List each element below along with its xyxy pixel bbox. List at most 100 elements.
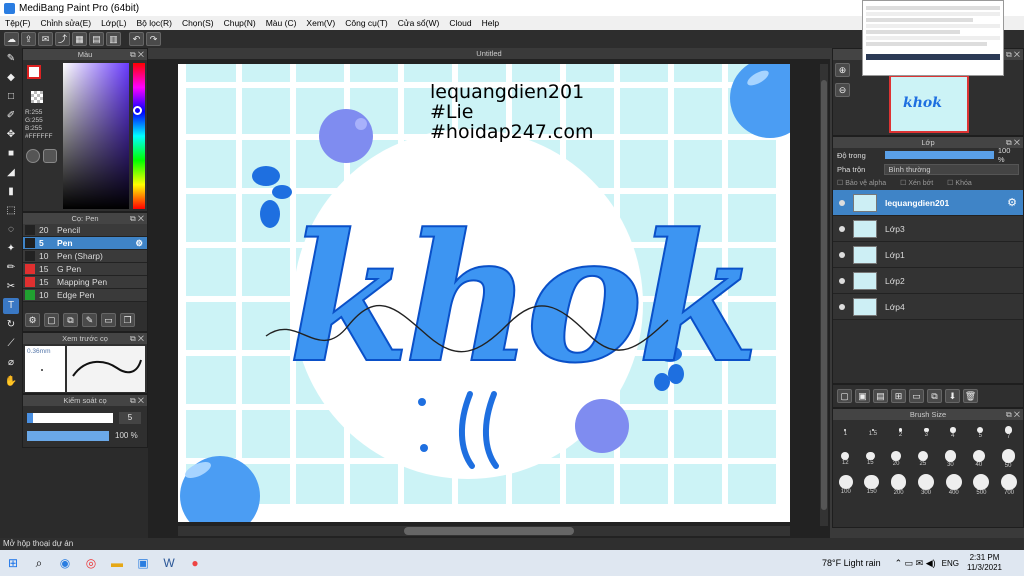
canvas[interactable]: khok lequangdien201 #Lie #hoidap247.com xyxy=(178,64,790,522)
menu-file[interactable]: Tệp(F) xyxy=(0,18,36,28)
language-indicator[interactable]: ENG xyxy=(942,559,959,568)
visibility-icon[interactable] xyxy=(839,277,845,284)
saturation-value-picker[interactable] xyxy=(63,63,129,209)
layer-item[interactable]: Lớp3 xyxy=(833,216,1023,242)
delete-layer-icon[interactable]: 🗑 xyxy=(963,389,978,403)
brush-tool-icon[interactable]: ✎ xyxy=(3,51,19,67)
visibility-icon[interactable] xyxy=(839,303,845,310)
brush-size-option[interactable]: 20 xyxy=(891,451,901,467)
duplicate-layer-icon[interactable]: ⧉ xyxy=(927,389,942,403)
bucket-tool-icon[interactable]: ◢ xyxy=(3,165,19,181)
menu-tools[interactable]: Công cụ(T) xyxy=(340,18,393,28)
select-eraser-icon[interactable]: ✂ xyxy=(3,279,19,295)
brush-list-item[interactable]: 10 Edge Pen xyxy=(23,289,147,302)
brush-size-option[interactable]: 3 xyxy=(924,427,929,438)
brush-size-option[interactable]: 7 xyxy=(1005,426,1013,440)
new-folder-icon[interactable]: ▭ xyxy=(909,389,924,403)
transparent-swatch[interactable] xyxy=(31,91,43,103)
menu-select[interactable]: Chọn(S) xyxy=(177,18,219,28)
rect-tool-icon[interactable]: □ xyxy=(3,89,19,105)
gradient-tool-icon[interactable]: ▮ xyxy=(3,184,19,200)
zoom-in-icon[interactable]: ⊕ xyxy=(835,63,850,77)
new-layer-1bit-icon[interactable]: ▤ xyxy=(873,389,888,403)
brush-size-option[interactable]: 150 xyxy=(864,474,880,495)
brush-size-value[interactable]: 5 xyxy=(119,412,141,424)
folder-icon[interactable]: ▬ xyxy=(104,553,130,573)
brush-settings-icon[interactable]: ⚙ xyxy=(135,238,143,249)
tray-icons[interactable]: ⌃ ▭ ✉ ◀) xyxy=(895,558,936,569)
start-icon[interactable]: ⊞ xyxy=(0,553,26,573)
page-icon[interactable]: ▥ xyxy=(106,32,121,46)
menu-layer[interactable]: Lớp(L) xyxy=(96,18,131,28)
brush-size-option[interactable]: 15 xyxy=(865,451,875,466)
layer-opacity-slider[interactable] xyxy=(884,151,994,159)
brush-size-option[interactable]: 700 xyxy=(1001,474,1018,496)
brush-size-option[interactable]: 5 xyxy=(977,426,984,439)
layer-item[interactable]: Lớp1 xyxy=(833,242,1023,268)
brush-size-option[interactable]: 1.5 xyxy=(869,428,877,437)
magic-wand-icon[interactable]: ✦ xyxy=(3,241,19,257)
select-pen-icon[interactable]: ✏ xyxy=(3,260,19,276)
visibility-icon[interactable] xyxy=(839,199,845,206)
brush-size-option[interactable]: 400 xyxy=(945,474,962,496)
operation-tool-icon[interactable]: ↻ xyxy=(3,317,19,333)
menu-cloud[interactable]: Cloud xyxy=(444,18,476,28)
new-layer-8bit-icon[interactable]: ▣ xyxy=(855,389,870,403)
share-icon[interactable]: ⤴ xyxy=(55,32,70,46)
brush-opacity-slider[interactable] xyxy=(27,431,109,441)
weather-text[interactable]: 78°F Light rain xyxy=(822,558,881,568)
brush-list-item[interactable]: 15 G Pen xyxy=(23,263,147,276)
hue-handle[interactable] xyxy=(133,106,142,115)
brush-size-slider[interactable] xyxy=(27,413,113,423)
menu-filter[interactable]: Bộ lọc(R) xyxy=(132,18,177,28)
blend-mode-select[interactable]: Bình thường xyxy=(884,163,1019,175)
word-icon[interactable]: W xyxy=(156,553,182,573)
brush-size-option[interactable]: 2 xyxy=(898,428,903,438)
brush-list-item[interactable]: 15 Mapping Pen xyxy=(23,276,147,289)
zoom-out-icon[interactable]: ⊖ xyxy=(835,83,850,97)
menu-color[interactable]: Màu (C) xyxy=(261,18,302,28)
move-tool-icon[interactable]: ✥ xyxy=(3,127,19,143)
layer-item[interactable]: Lớp4 xyxy=(833,294,1023,320)
brush-edit-icon[interactable]: ✎ xyxy=(82,313,97,327)
brush-size-option[interactable]: 50 xyxy=(1001,449,1015,469)
navigator-thumbnail[interactable]: khok xyxy=(889,75,969,133)
brush-folder-icon[interactable]: ▭ xyxy=(101,313,116,327)
brush-list-item[interactable]: 20 Pencil xyxy=(23,224,147,237)
brush-size-option[interactable]: 500 xyxy=(973,474,990,496)
add-special-layer-icon[interactable]: ⊞ xyxy=(891,389,906,403)
hand-tool-icon[interactable]: ✋ xyxy=(3,374,19,390)
canvas-text-block[interactable]: lequangdien201 #Lie #hoidap247.com xyxy=(430,82,594,142)
menu-help[interactable]: Help xyxy=(477,18,504,28)
visibility-icon[interactable] xyxy=(839,225,845,232)
edge-icon[interactable]: ◉ xyxy=(52,553,78,573)
layer-item[interactable]: Lớp2 xyxy=(833,268,1023,294)
divide-tool-icon[interactable]: ⟋ xyxy=(3,336,19,352)
eraser-tool-icon[interactable]: ◆ xyxy=(3,70,19,86)
menu-capture[interactable]: Chụp(N) xyxy=(219,18,261,28)
clock[interactable]: 2:31 PM 11/3/2021 xyxy=(967,553,1002,573)
layer-settings-icon[interactable]: ⚙ xyxy=(1007,196,1017,209)
text-tool-icon[interactable]: T xyxy=(3,298,19,314)
foreground-color-swatch[interactable] xyxy=(27,65,41,79)
grid-icon[interactable]: ▦ xyxy=(72,32,87,46)
cloud-icon[interactable]: ☁ xyxy=(4,32,19,46)
panel-icon[interactable]: ▤ xyxy=(89,32,104,46)
brush-size-option[interactable]: 300 xyxy=(918,474,935,496)
select-tool-icon[interactable]: ⬚ xyxy=(3,203,19,219)
brush-new-icon[interactable]: ▢ xyxy=(44,313,59,327)
brush-add-icon[interactable]: ⚙ xyxy=(25,313,40,327)
comment-icon[interactable]: ✉ xyxy=(38,32,53,46)
menu-view[interactable]: Xem(V) xyxy=(301,18,340,28)
fill-rect-icon[interactable]: ■ xyxy=(3,146,19,162)
brush-copy-icon[interactable]: ❐ xyxy=(120,313,135,327)
new-layer-icon[interactable]: ▢ xyxy=(837,389,852,403)
layer-item[interactable]: lequangdien201 ⚙ xyxy=(833,190,1023,216)
brush-size-option[interactable]: 1 xyxy=(844,429,847,437)
zoom-app-icon[interactable]: ▣ xyxy=(130,553,156,573)
protect-alpha-checkbox[interactable]: ☐ Bảo vệ alpha xyxy=(837,179,886,187)
vertical-scrollbar[interactable] xyxy=(820,64,828,526)
color-picker-icon[interactable] xyxy=(43,149,57,163)
search-icon[interactable]: ⌕ xyxy=(26,553,52,573)
brush-size-option[interactable]: 100 xyxy=(838,475,853,495)
